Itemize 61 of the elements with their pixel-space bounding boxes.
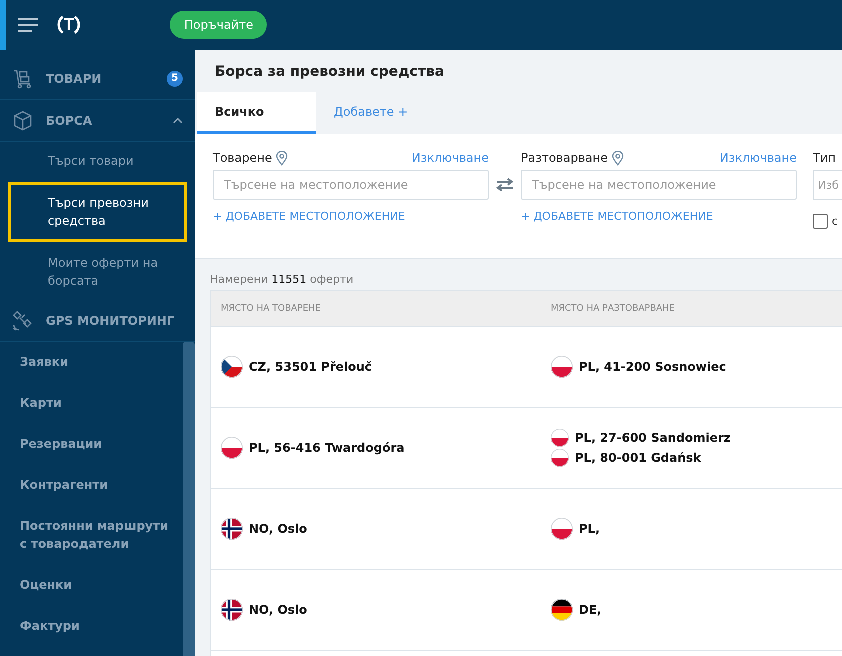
location-pin-icon [612,150,624,166]
table-row[interactable]: NO, Oslo PL, [211,489,842,570]
table-cell: NO, Oslo [249,522,308,536]
field-label: Разтоварване [521,151,608,165]
column-header: МЯСТО НА РАЗТОВАРВАНЕ [550,304,676,314]
sidebar-item[interactable]: Оценки [20,576,175,594]
scrollbar[interactable] [183,342,195,656]
table-cell: PL, 56-416 Twardogóra [249,441,405,455]
exclude-link[interactable]: Изключване [412,151,489,165]
table-row[interactable]: NO, Oslo DE, [211,570,842,651]
sidebar-item[interactable]: Резервации [20,435,175,453]
count-badge: 5 [167,70,183,86]
accent-strip [0,0,6,50]
location-field[interactable]: Търсене на местоположение [213,170,489,200]
swap-icon[interactable] [496,178,514,192]
location-pin-icon [276,150,288,166]
sidebar-item[interactable]: GPS МОНИТОРИНГ [0,300,195,342]
select-field[interactable]: Изб [813,170,842,200]
add-location-link[interactable]: + ДОБАВЕТЕ МЕСТОПОЛОЖЕНИЕ [213,210,489,223]
table-cell: PL, 80-001 Gdańsk [575,451,702,465]
table-cell: NO, Oslo [249,603,308,617]
sidebar-item-label: ТОВАРИ [46,72,103,86]
sidebar-subitem[interactable]: Търси превозни средства [8,182,187,242]
sidebar-item[interactable]: БОРСА [0,100,195,142]
logo: T [64,15,74,35]
sidebar-subitem[interactable]: Моите оферти на борсата [48,254,195,290]
checkbox[interactable] [813,214,828,229]
checkbox-label: с [832,215,838,228]
left-bracket-icon [56,15,64,35]
results-count: Намерени 11551 оферти [209,272,355,288]
sidebar-item[interactable]: Фактури [20,617,175,635]
location-field[interactable]: Търсене на местоположение [521,170,797,200]
trolley-icon [12,68,34,90]
order-button[interactable]: Поръчайте [170,11,268,39]
sidebar-item[interactable]: Карти [20,394,175,412]
cube-icon [12,110,34,132]
table-cell: PL, 27-600 Sandomierz [575,431,731,445]
table-row[interactable]: PL, 56-416 Twardogóra PL, 27-600 Sandomierz PL, 80-001 Gdańsk [211,408,842,489]
table-cell: DE, [579,603,602,617]
satellite-icon [12,310,34,332]
menu-icon[interactable] [18,17,38,33]
tab[interactable]: Всичко [197,92,316,134]
sidebar-item[interactable]: Заявки [20,353,175,371]
table-row[interactable]: CZ, 53501 Přelouč PL, 41-200 Sosnowiec [211,327,842,408]
field-label: Товарене [213,151,272,165]
table-cell: PL, [579,522,600,536]
tab[interactable]: Добавете + [316,92,426,134]
add-location-link[interactable]: + ДОБАВЕТЕ МЕСТОПОЛОЖЕНИЕ [521,210,797,223]
sidebar-item-label: GPS МОНИТОРИНГ [46,314,176,328]
exclude-link[interactable]: Изключване [720,151,797,165]
page-title: Борса за превозни средства [214,63,446,82]
sidebar-item[interactable]: ТОВАРИ 5 [0,58,195,100]
sidebar-item[interactable]: Контрагенти [20,476,175,494]
field-label: Тип [813,151,836,165]
sidebar-item[interactable]: Постоянни маршрути с товародатели [20,517,175,553]
table-cell: CZ, 53501 Přelouč [249,360,372,374]
right-bracket-icon [74,15,82,35]
sidebar-item-label: БОРСА [46,114,94,128]
table-cell: PL, 41-200 Sosnowiec [579,360,726,374]
sidebar-subitem[interactable]: Търси товари [48,152,195,170]
column-header: МЯСТО НА ТОВАРЕНЕ [220,304,322,314]
